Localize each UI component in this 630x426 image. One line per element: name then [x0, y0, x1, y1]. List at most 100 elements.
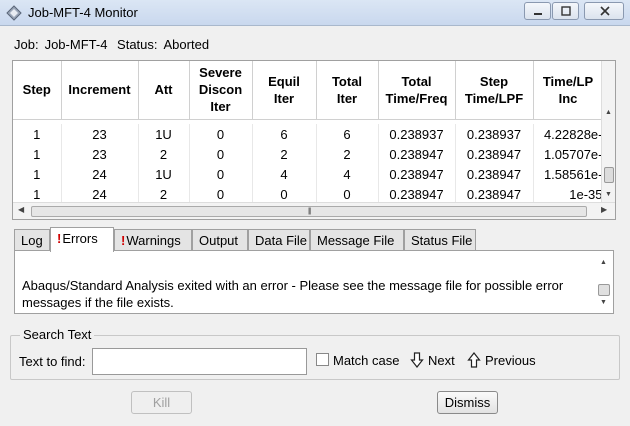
scroll-right-icon[interactable]: ▶ [601, 205, 607, 214]
next-label: Next [428, 353, 455, 368]
column-header-line: Increment [68, 82, 131, 98]
scroll-down-icon[interactable]: ▼ [605, 191, 612, 198]
tab-label: Message File [317, 233, 395, 248]
previous-label: Previous [485, 353, 536, 368]
table-cell: 1 [13, 184, 62, 204]
table-cell: 2 [316, 144, 379, 164]
table-cell: 23 [61, 124, 139, 144]
column-header-line: Step [479, 73, 509, 89]
find-label: Text to find: [19, 354, 86, 369]
column-header-line: Total [401, 73, 432, 89]
table-cell: 2 [138, 144, 190, 164]
tab-label: Status File [411, 233, 473, 248]
column-header[interactable]: Time/LP Inc [533, 61, 604, 120]
column-header-line: Iter [336, 90, 358, 106]
table-cell: 0.238937 [378, 124, 456, 144]
tab-label: Warnings [126, 233, 181, 248]
scroll-up-icon[interactable]: ▲ [605, 109, 612, 116]
tab-label: Errors [62, 231, 98, 246]
table-cell: 4.22828e- [533, 124, 604, 144]
column-header-line: Time/LPF [464, 90, 524, 106]
job-status-line: Job: Job-MFT-4 Status: Aborted [14, 37, 215, 52]
table-cell: 0.238947 [378, 144, 456, 164]
scroll-thumb-horizontal[interactable]: ||| [31, 206, 587, 217]
tab-data-file[interactable]: Data File [248, 229, 310, 251]
error-message: Abaqus/Standard Analysis exited with an … [22, 278, 564, 310]
table-header-row: Step Increment Att Severe Discon Iter Equil Ite… [13, 61, 604, 120]
scroll-down-icon[interactable]: ▼ [600, 299, 607, 306]
table-row[interactable]: 1 23 1U 0 6 6 0.238937 0.238937 4.22828e- [13, 124, 604, 144]
column-header[interactable]: Att [138, 61, 190, 120]
monitor-table: Step Increment Att Severe Discon Iter Equil Ite… [13, 61, 604, 204]
match-case-checkbox[interactable] [316, 353, 329, 366]
scroll-thumb[interactable] [604, 167, 614, 183]
table-cell: 1 [13, 124, 62, 144]
alert-icon: ! [57, 231, 62, 246]
tab-output[interactable]: Output [192, 229, 248, 251]
column-header-line: Time/LP [542, 73, 594, 89]
app-icon [6, 5, 22, 21]
table-cell: 2 [252, 144, 317, 164]
table-vertical-scrollbar[interactable]: ▲ ▼ [601, 61, 615, 202]
maximize-icon [561, 6, 571, 16]
kill-button[interactable]: Kill [131, 391, 192, 414]
table-horizontal-scrollbar[interactable]: ◀ ||| ▶ [13, 202, 615, 219]
tab-log[interactable]: Log [14, 229, 50, 251]
table-cell: 4 [316, 164, 379, 184]
close-button[interactable] [584, 2, 624, 20]
monitor-table-panel: Step Increment Att Severe Discon Iter Equil Ite… [12, 60, 616, 220]
column-header[interactable]: Severe Discon Iter [189, 61, 253, 120]
dismiss-button[interactable]: Dismiss [437, 391, 498, 414]
table-cell: 1U [138, 164, 190, 184]
table-cell: 0.238937 [455, 124, 534, 144]
column-header[interactable]: Equil Iter [252, 61, 317, 120]
tab-errors[interactable]: !Errors [50, 227, 114, 252]
column-header-line: Step [22, 82, 51, 98]
table-row[interactable]: 1 24 2 0 0 0 0.238947 0.238947 1e-35 [13, 184, 604, 204]
table-cell: 0 [252, 184, 317, 204]
status-value: Aborted [163, 37, 210, 52]
minimize-icon [534, 13, 542, 15]
tab-warnings[interactable]: !Warnings [114, 229, 192, 251]
column-header-line: Discon [198, 82, 243, 98]
window-title: Job-MFT-4 Monitor [28, 5, 138, 20]
maximize-button[interactable] [552, 2, 579, 20]
table-cell: 23 [61, 144, 139, 164]
table-cell: 1.58561e- [533, 164, 604, 184]
find-input[interactable] [92, 348, 307, 375]
job-name: Job-MFT-4 [44, 37, 108, 52]
tab-message-file[interactable]: Message File [310, 229, 404, 251]
column-header-line: Inc [558, 90, 578, 106]
column-header[interactable]: Step [13, 61, 62, 120]
column-header[interactable]: Step Time/LPF [455, 61, 534, 120]
column-header-line: Att [154, 82, 173, 98]
table-cell: 1.05707e- [533, 144, 604, 164]
table-cell: 0.238947 [455, 164, 534, 184]
column-header[interactable]: Increment [61, 61, 139, 120]
message-scrollbar[interactable]: ▲ ▼ [597, 257, 611, 309]
table-body: 1 23 1U 0 6 6 0.238937 0.238937 4.22828e- 1 23 2 0 2 2… [13, 119, 604, 204]
minimize-button[interactable] [524, 2, 551, 20]
column-header[interactable]: Total Iter [316, 61, 379, 120]
job-label: Job: [14, 37, 39, 52]
column-header-line: Equil [268, 73, 300, 89]
match-case-label: Match case [333, 353, 400, 368]
message-panel: Abaqus/Standard Analysis exited with an … [14, 250, 614, 314]
tab-label: Log [21, 233, 43, 248]
scroll-left-icon[interactable]: ◀ [18, 205, 24, 214]
table-row[interactable]: 1 23 2 0 2 2 0.238947 0.238947 1.05707e- [13, 144, 604, 164]
table-cell: 0.238947 [455, 184, 534, 204]
table-cell: 6 [252, 124, 317, 144]
column-header-line: Iter [273, 90, 295, 106]
tab-status-file[interactable]: Status File [404, 229, 476, 251]
scroll-up-icon[interactable]: ▲ [600, 259, 607, 266]
scroll-thumb[interactable] [598, 284, 610, 296]
table-cell: 0 [189, 184, 253, 204]
column-header-line: Time/Freq [385, 90, 448, 106]
column-header-line: Iter [210, 99, 231, 115]
tab-label: Output [199, 233, 239, 248]
table-row[interactable]: 1 24 1U 0 4 4 0.238947 0.238947 1.58561e- [13, 164, 604, 184]
column-header-line: Severe [199, 65, 242, 81]
close-icon [600, 6, 610, 16]
column-header[interactable]: Total Time/Freq [378, 61, 456, 120]
